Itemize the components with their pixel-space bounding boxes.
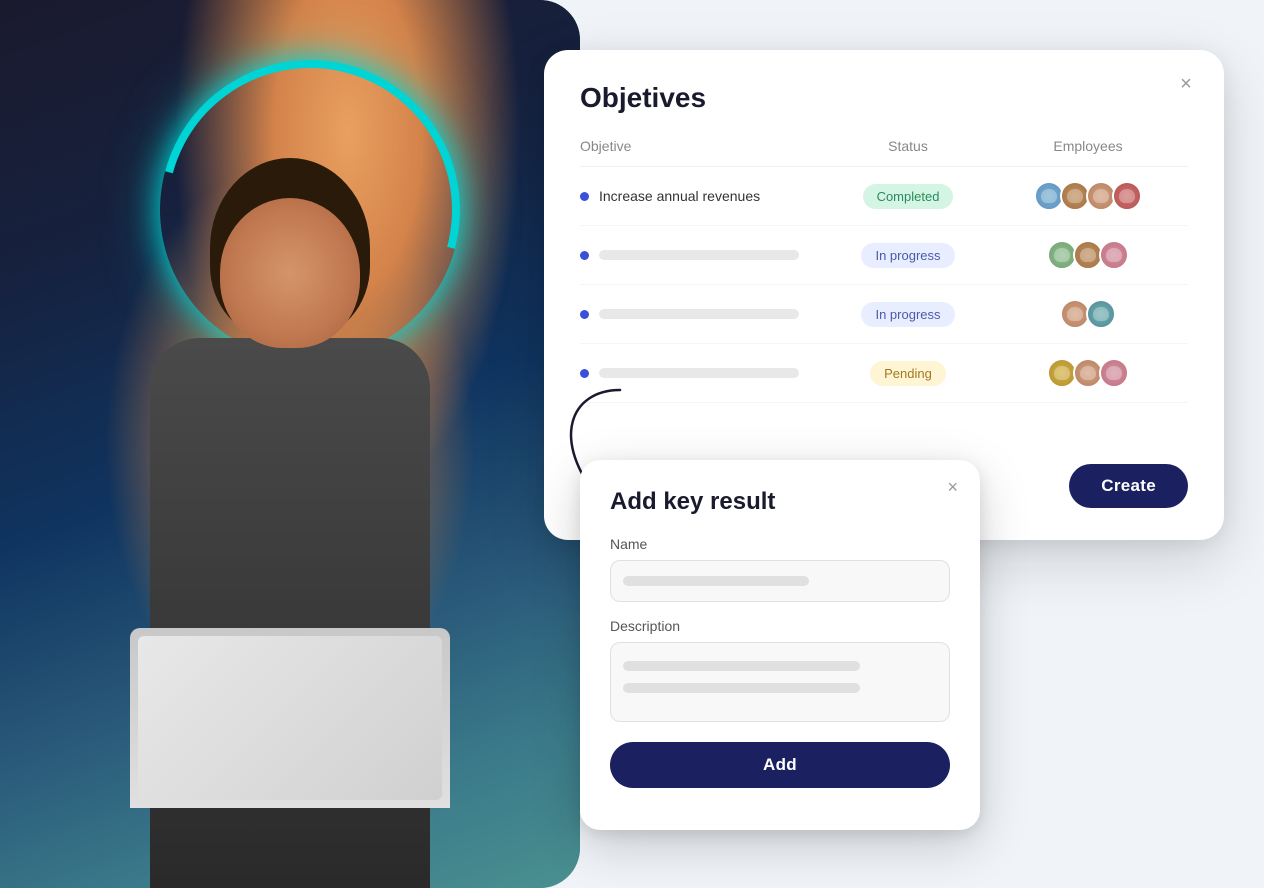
row-objective-2 [580,250,828,260]
description-input-field[interactable] [610,642,950,722]
row-dot-4 [580,369,589,378]
avatar-group-1 [1034,181,1142,211]
row-employees-2 [988,240,1188,270]
row-status-3: In progress [828,302,988,327]
background-photo [0,0,580,888]
row-placeholder-4 [599,368,799,378]
objectives-panel-title: Objetives [580,82,1188,114]
avatar [1086,299,1116,329]
add-key-result-title: Add key result [610,488,950,516]
avatar-group-4 [1047,358,1129,388]
add-key-result-panel: × Add key result Name Description Add [580,460,980,830]
row-employees-4 [988,358,1188,388]
name-input-field[interactable] [610,560,950,602]
objectives-table: Objetive Status Employees Increase annua… [580,138,1188,403]
status-badge-pending: Pending [870,361,946,386]
row-employees-3 [988,299,1188,329]
table-header: Objetive Status Employees [580,138,1188,167]
status-badge-inprogress-3: In progress [861,302,954,327]
avatar [1099,358,1129,388]
row-employees-1 [988,181,1188,211]
row-objective-1: Increase annual revenues [580,188,828,204]
table-row: In progress [580,285,1188,344]
avatar-group-2 [1047,240,1129,270]
person-hair [210,158,370,338]
row-status-1: Completed [828,184,988,209]
laptop-screen [138,636,442,800]
create-button[interactable]: Create [1069,464,1188,508]
table-row: In progress [580,226,1188,285]
status-badge-inprogress-2: In progress [861,243,954,268]
row-dot-1 [580,192,589,201]
column-header-status: Status [828,138,988,154]
row-dot-3 [580,310,589,319]
row-placeholder-3 [599,309,799,319]
status-badge-completed: Completed [863,184,954,209]
row-objective-3 [580,309,828,319]
name-label: Name [610,536,950,552]
avatar-group-3 [1060,299,1116,329]
avatar [1112,181,1142,211]
objective-text-1: Increase annual revenues [599,188,760,204]
row-status-2: In progress [828,243,988,268]
description-label: Description [610,618,950,634]
row-status-4: Pending [828,361,988,386]
column-header-employees: Employees [988,138,1188,154]
add-panel-close[interactable]: × [947,478,958,496]
column-header-objective: Objetive [580,138,828,154]
row-dot-2 [580,251,589,260]
row-placeholder-2 [599,250,799,260]
objectives-panel-close[interactable]: × [1172,70,1200,98]
row-objective-4 [580,368,828,378]
person-figure [90,108,490,888]
table-row: Increase annual revenues Completed [580,167,1188,226]
add-button[interactable]: Add [610,742,950,788]
laptop [130,628,450,808]
avatar [1099,240,1129,270]
